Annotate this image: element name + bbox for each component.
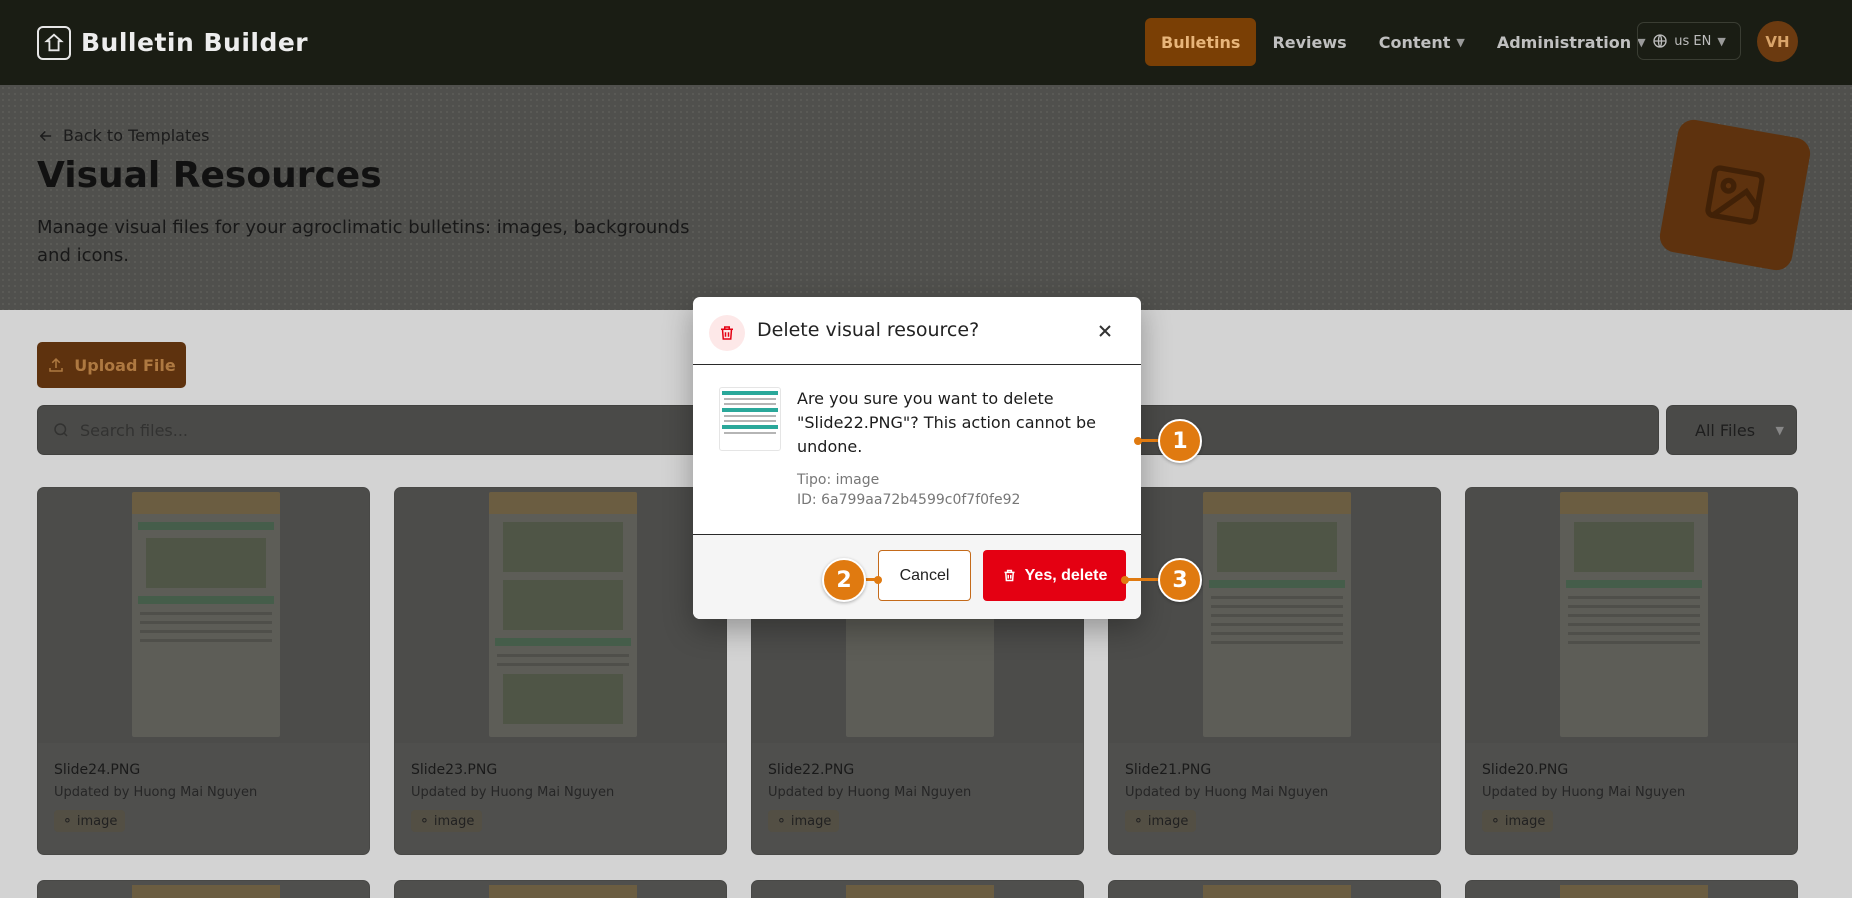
nav-item-content[interactable]: Content ▼ bbox=[1363, 18, 1481, 66]
confirm-delete-button[interactable]: Yes, delete bbox=[983, 550, 1126, 601]
dialog-footer: Cancel Yes, delete bbox=[693, 534, 1141, 619]
nav-item-label: Reviews bbox=[1272, 32, 1347, 52]
brand-logo-icon bbox=[37, 25, 71, 60]
brand[interactable]: Bulletin Builder bbox=[37, 25, 309, 60]
resource-thumbnail bbox=[719, 387, 781, 451]
delete-label: Yes, delete bbox=[1024, 566, 1108, 584]
language-label: us EN bbox=[1674, 33, 1712, 49]
delete-dialog: Delete visual resource? Are you sure you… bbox=[693, 297, 1141, 619]
close-icon[interactable] bbox=[1093, 319, 1117, 343]
language-selector[interactable]: us EN ▼ bbox=[1637, 22, 1741, 60]
nav-item-bulletins[interactable]: Bulletins bbox=[1145, 18, 1257, 66]
nav-item-label: Content bbox=[1378, 32, 1451, 52]
dialog-header: Delete visual resource? bbox=[693, 297, 1141, 365]
dialog-title: Delete visual resource? bbox=[757, 319, 980, 341]
resource-type: Tipo: image bbox=[797, 472, 880, 488]
trash-icon bbox=[709, 315, 745, 351]
nav-item-label: Administration bbox=[1496, 32, 1632, 52]
globe-icon bbox=[1653, 34, 1667, 48]
nav-item-administration[interactable]: Administration ▼ bbox=[1481, 18, 1662, 66]
resource-id: ID: 6a799aa72b4599c0f7f0fe92 bbox=[797, 492, 1021, 508]
trash-icon bbox=[1004, 569, 1015, 582]
callout-line bbox=[1125, 578, 1161, 581]
brand-name: Bulletin Builder bbox=[81, 28, 309, 57]
chevron-down-icon: ▼ bbox=[1717, 34, 1726, 48]
nav-item-reviews[interactable]: Reviews bbox=[1256, 18, 1362, 66]
top-nav: Bulletin Builder Bulletins Reviews Conte… bbox=[0, 0, 1852, 85]
callout-badge-3: 3 bbox=[1158, 558, 1202, 602]
cancel-button[interactable]: Cancel bbox=[878, 550, 971, 601]
callout-badge-2: 2 bbox=[822, 558, 866, 602]
callout-badge-1: 1 bbox=[1158, 419, 1202, 463]
nav-menu: Bulletins Reviews Content ▼ Administratio… bbox=[1145, 18, 1662, 66]
nav-item-label: Bulletins bbox=[1161, 32, 1241, 52]
chevron-down-icon: ▼ bbox=[1456, 35, 1465, 49]
user-avatar[interactable]: VH bbox=[1757, 21, 1798, 62]
dialog-body: Are you sure you want to delete "Slide22… bbox=[693, 365, 1141, 533]
dialog-message: Are you sure you want to delete "Slide22… bbox=[797, 389, 1096, 456]
